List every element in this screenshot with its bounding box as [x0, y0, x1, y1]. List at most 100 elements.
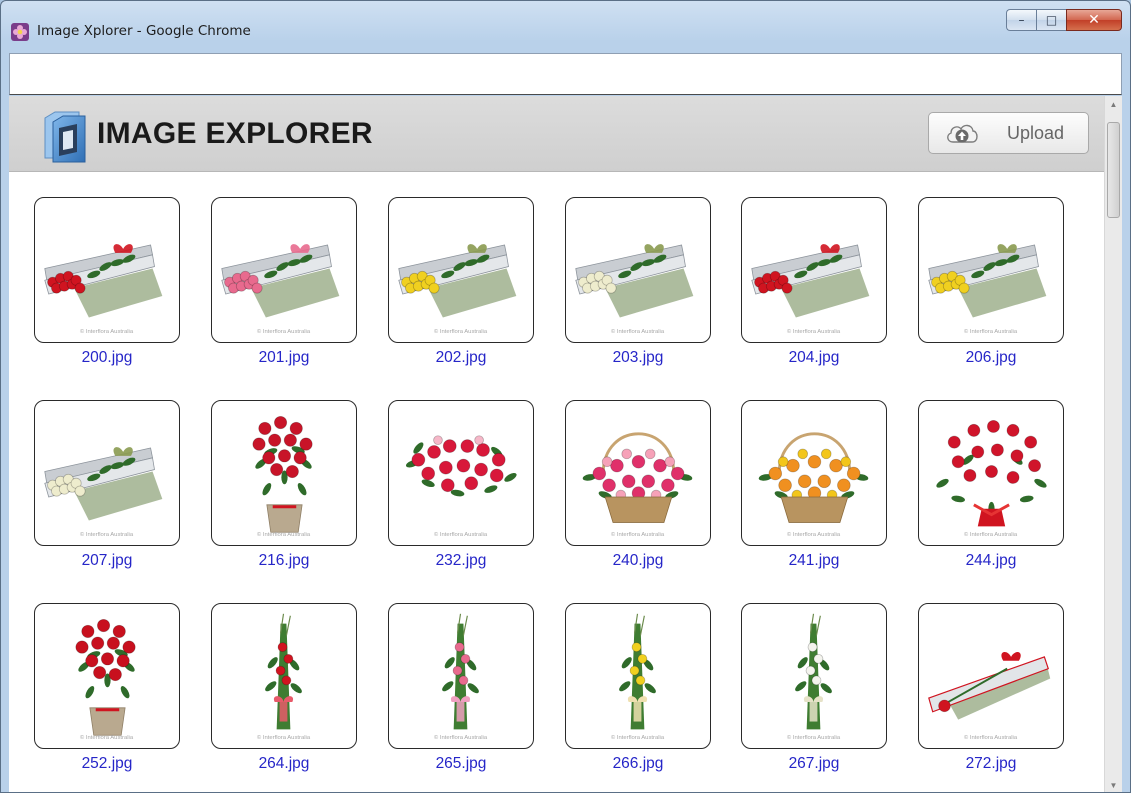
image-tile[interactable]: © Interflora Australia 241.jpg — [741, 386, 889, 569]
image-tile[interactable]: © Interflora Australia 267.jpg — [741, 589, 889, 772]
image-filename-link[interactable]: 200.jpg — [34, 349, 180, 367]
image-tile[interactable]: © Interflora Australia 200.jpg — [34, 183, 182, 366]
thumb-credit: © Interflora Australia — [964, 531, 1018, 538]
window-controls: – □ ✕ — [1006, 9, 1122, 33]
thumb-credit: © Interflora Australia — [611, 531, 665, 538]
thumb-credit: © Interflora Australia — [964, 328, 1018, 335]
flower-photo: © Interflora Australia — [252, 415, 313, 538]
image-tile[interactable]: © Interflora Australia 202.jpg — [388, 183, 536, 366]
flower-photo: © Interflora Australia — [751, 244, 870, 335]
thumb-credit: © Interflora Australia — [787, 328, 841, 335]
image-filename-link[interactable]: 206.jpg — [918, 349, 1064, 367]
flower-photo: © Interflora Australia — [936, 420, 1047, 538]
folder-image-icon — [44, 111, 86, 163]
image-tile[interactable]: © Interflora Australia 204.jpg — [741, 183, 889, 366]
image-thumbnail[interactable]: © Interflora Australia — [211, 197, 357, 343]
flower-photo: © Interflora Australia — [405, 435, 517, 538]
cloud-upload-icon — [947, 124, 978, 143]
image-thumbnail[interactable]: © Interflora Australia — [388, 603, 534, 749]
app-title: IMAGE EXPLORER — [97, 117, 373, 150]
flower-photo: © Interflora Australia — [575, 244, 694, 335]
flower-photo: © Interflora Australia — [398, 244, 517, 335]
flower-photo: © Interflora Australia — [44, 244, 163, 335]
image-thumbnail[interactable]: © Interflora Australia — [741, 197, 887, 343]
thumb-credit: © Interflora Australia — [611, 734, 665, 741]
flower-photo: © Interflora Australia — [434, 613, 488, 741]
image-filename-link[interactable]: 232.jpg — [388, 552, 534, 570]
image-filename-link[interactable]: 267.jpg — [741, 755, 887, 773]
title-bar[interactable]: Image Xplorer - Google Chrome – □ ✕ — [1, 1, 1130, 51]
image-thumbnail[interactable]: © Interflora Australia — [741, 603, 887, 749]
thumb-credit: © Interflora Australia — [964, 734, 1018, 741]
flower-app-icon — [11, 23, 29, 41]
image-filename-link[interactable]: 204.jpg — [741, 349, 887, 367]
thumb-credit: © Interflora Australia — [434, 328, 488, 335]
browser-window: Image Xplorer - Google Chrome – □ ✕ IMAG… — [0, 0, 1131, 793]
thumb-credit: © Interflora Australia — [257, 734, 311, 741]
minimize-button[interactable]: – — [1006, 9, 1036, 31]
thumb-credit: © Interflora Australia — [787, 531, 841, 538]
image-filename-link[interactable]: 244.jpg — [918, 552, 1064, 570]
thumb-credit: © Interflora Australia — [611, 328, 665, 335]
flower-photo: © Interflora Australia — [611, 613, 665, 741]
image-thumbnail[interactable]: © Interflora Australia — [34, 603, 180, 749]
image-tile[interactable]: © Interflora Australia 252.jpg — [34, 589, 182, 772]
image-tile[interactable]: © Interflora Australia 203.jpg — [565, 183, 713, 366]
image-filename-link[interactable]: 201.jpg — [211, 349, 357, 367]
image-filename-link[interactable]: 264.jpg — [211, 755, 357, 773]
flower-photo: © Interflora Australia — [75, 618, 136, 741]
image-tile[interactable]: © Interflora Australia 207.jpg — [34, 386, 182, 569]
flower-photo: © Interflora Australia — [758, 432, 869, 538]
image-tile[interactable]: © Interflora Australia 272.jpg — [918, 589, 1066, 772]
image-thumbnail[interactable]: © Interflora Australia — [211, 400, 357, 546]
image-tile[interactable]: © Interflora Australia 266.jpg — [565, 589, 713, 772]
image-thumbnail[interactable]: © Interflora Australia — [565, 603, 711, 749]
upload-button[interactable]: Upload — [928, 112, 1089, 154]
scrollbar-thumb[interactable] — [1107, 122, 1120, 218]
maximize-button[interactable]: □ — [1036, 9, 1066, 31]
image-tile[interactable]: © Interflora Australia 232.jpg — [388, 386, 536, 569]
image-thumbnail[interactable]: © Interflora Australia — [34, 197, 180, 343]
thumb-credit: © Interflora Australia — [434, 734, 488, 741]
image-thumbnail[interactable]: © Interflora Australia — [388, 197, 534, 343]
image-tile[interactable]: © Interflora Australia 240.jpg — [565, 386, 713, 569]
close-button[interactable]: ✕ — [1066, 9, 1122, 31]
image-thumbnail[interactable]: © Interflora Australia — [918, 400, 1064, 546]
image-thumbnail[interactable]: © Interflora Australia — [565, 197, 711, 343]
image-filename-link[interactable]: 203.jpg — [565, 349, 711, 367]
flower-photo: © Interflora Australia — [44, 447, 163, 538]
thumb-credit: © Interflora Australia — [80, 734, 134, 741]
app-header: IMAGE EXPLORER Upload — [9, 96, 1104, 172]
image-tile[interactable]: © Interflora Australia 216.jpg — [211, 386, 359, 569]
image-filename-link[interactable]: 207.jpg — [34, 552, 180, 570]
image-thumbnail[interactable]: © Interflora Australia — [918, 603, 1064, 749]
image-thumbnail[interactable]: © Interflora Australia — [565, 400, 711, 546]
image-filename-link[interactable]: 241.jpg — [741, 552, 887, 570]
vertical-scrollbar[interactable]: ▲ ▼ — [1104, 96, 1122, 792]
image-filename-link[interactable]: 240.jpg — [565, 552, 711, 570]
image-tile[interactable]: © Interflora Australia 264.jpg — [211, 589, 359, 772]
image-thumbnail[interactable]: © Interflora Australia — [211, 603, 357, 749]
upload-label: Upload — [1007, 122, 1065, 143]
thumb-credit: © Interflora Australia — [257, 328, 311, 335]
image-tile[interactable]: © Interflora Australia 201.jpg — [211, 183, 359, 366]
image-tile[interactable]: © Interflora Australia 244.jpg — [918, 386, 1066, 569]
image-filename-link[interactable]: 266.jpg — [565, 755, 711, 773]
image-tile[interactable]: © Interflora Australia 206.jpg — [918, 183, 1066, 366]
flower-photo: © Interflora Australia — [928, 652, 1051, 741]
image-filename-link[interactable]: 216.jpg — [211, 552, 357, 570]
address-bar[interactable] — [9, 53, 1122, 95]
image-filename-link[interactable]: 272.jpg — [918, 755, 1064, 773]
image-tile[interactable]: © Interflora Australia 265.jpg — [388, 589, 536, 772]
scroll-up-arrow-icon[interactable]: ▲ — [1105, 96, 1122, 113]
image-filename-link[interactable]: 265.jpg — [388, 755, 534, 773]
thumb-credit: © Interflora Australia — [257, 531, 311, 538]
image-thumbnail[interactable]: © Interflora Australia — [34, 400, 180, 546]
image-filename-link[interactable]: 202.jpg — [388, 349, 534, 367]
scroll-down-arrow-icon[interactable]: ▼ — [1105, 777, 1122, 792]
image-thumbnail[interactable]: © Interflora Australia — [388, 400, 534, 546]
flower-photo: © Interflora Australia — [221, 244, 340, 335]
image-thumbnail[interactable]: © Interflora Australia — [741, 400, 887, 546]
image-thumbnail[interactable]: © Interflora Australia — [918, 197, 1064, 343]
image-filename-link[interactable]: 252.jpg — [34, 755, 180, 773]
